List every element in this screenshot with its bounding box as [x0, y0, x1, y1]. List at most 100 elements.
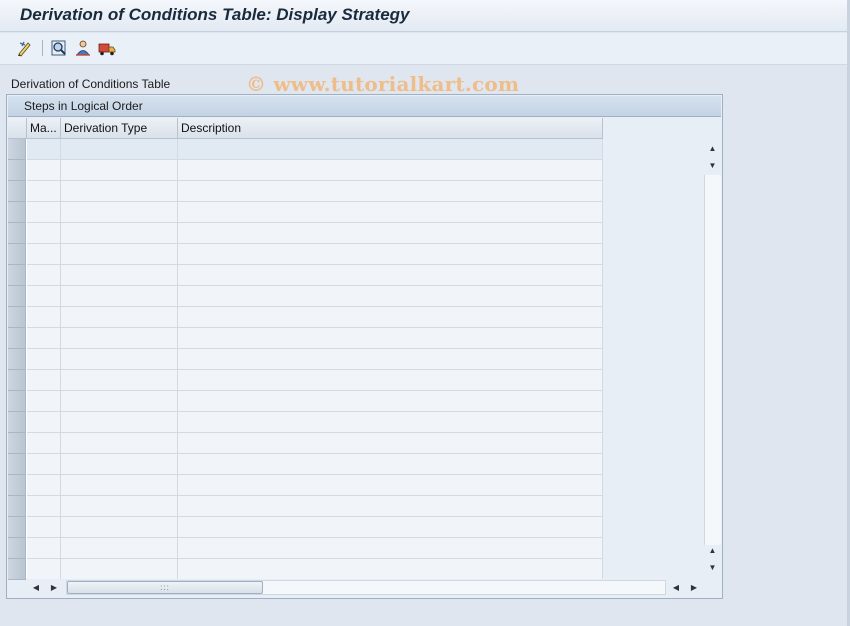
cell-derivation-type[interactable] [61, 475, 178, 496]
cell-marker[interactable] [27, 349, 61, 370]
transport-icon[interactable] [98, 39, 116, 57]
row-selector[interactable] [8, 412, 26, 433]
row-selector[interactable] [8, 160, 26, 181]
cell-description[interactable] [178, 349, 603, 370]
cell-derivation-type[interactable] [61, 139, 178, 160]
column-header-derivation-type[interactable]: Derivation Type [61, 118, 178, 139]
row-selector[interactable] [8, 454, 26, 475]
cell-marker[interactable] [27, 391, 61, 412]
find-icon[interactable] [50, 39, 68, 57]
row-selector[interactable] [8, 349, 26, 370]
row-selector[interactable] [8, 559, 26, 580]
table-row[interactable] [8, 475, 603, 496]
table-row[interactable] [8, 349, 603, 370]
cell-marker[interactable] [27, 475, 61, 496]
scroll-far-right-button[interactable]: ▶ [686, 579, 702, 596]
cell-derivation-type[interactable] [61, 160, 178, 181]
cell-description[interactable] [178, 160, 603, 181]
row-selector[interactable] [8, 475, 26, 496]
scroll-far-left-button[interactable]: ◀ [668, 579, 684, 596]
cell-derivation-type[interactable] [61, 286, 178, 307]
cell-marker[interactable] [27, 412, 61, 433]
select-all-header[interactable] [8, 118, 27, 139]
cell-derivation-type[interactable] [61, 244, 178, 265]
scroll-left-button[interactable]: ◀ [28, 579, 44, 596]
row-selector[interactable] [8, 181, 26, 202]
scroll-down-button[interactable]: ▼ [704, 157, 721, 173]
row-selector[interactable] [8, 496, 26, 517]
cell-description[interactable] [178, 286, 603, 307]
cell-derivation-type[interactable] [61, 223, 178, 244]
cell-description[interactable] [178, 475, 603, 496]
cell-derivation-type[interactable] [61, 538, 178, 559]
cell-derivation-type[interactable] [61, 412, 178, 433]
cell-description[interactable] [178, 328, 603, 349]
column-header-description[interactable]: Description [178, 118, 603, 139]
table-row[interactable] [8, 538, 603, 559]
row-selector[interactable] [8, 265, 26, 286]
table-row[interactable] [8, 328, 603, 349]
row-selector[interactable] [8, 391, 26, 412]
cell-derivation-type[interactable] [61, 496, 178, 517]
table-row[interactable] [8, 160, 603, 181]
cell-marker[interactable] [27, 433, 61, 454]
cell-description[interactable] [178, 517, 603, 538]
cell-marker[interactable] [27, 223, 61, 244]
cell-derivation-type[interactable] [61, 433, 178, 454]
cell-marker[interactable] [27, 181, 61, 202]
horizontal-scroll-track[interactable]: ::: [66, 580, 666, 595]
table-row[interactable] [8, 244, 603, 265]
user-icon[interactable] [74, 39, 92, 57]
table-row[interactable] [8, 223, 603, 244]
scroll-up-button[interactable]: ▲ [704, 140, 721, 156]
cell-marker[interactable] [27, 538, 61, 559]
cell-description[interactable] [178, 223, 603, 244]
cell-derivation-type[interactable] [61, 454, 178, 475]
cell-description[interactable] [178, 538, 603, 559]
row-selector[interactable] [8, 517, 26, 538]
table-row[interactable] [8, 286, 603, 307]
cell-derivation-type[interactable] [61, 202, 178, 223]
row-selector[interactable] [8, 244, 26, 265]
horizontal-scrollbar[interactable]: ◀ ▶ ::: ◀ ▶ [26, 579, 702, 596]
cell-marker[interactable] [27, 202, 61, 223]
table-row[interactable] [8, 454, 603, 475]
cell-marker[interactable] [27, 244, 61, 265]
cell-description[interactable] [178, 244, 603, 265]
row-selector[interactable] [8, 286, 26, 307]
row-selector[interactable] [8, 139, 26, 160]
cell-description[interactable] [178, 433, 603, 454]
cell-marker[interactable] [27, 160, 61, 181]
cell-marker[interactable] [27, 265, 61, 286]
cell-derivation-type[interactable] [61, 265, 178, 286]
table-row[interactable] [8, 496, 603, 517]
row-selector[interactable] [8, 223, 26, 244]
table-row[interactable] [8, 412, 603, 433]
table-row[interactable] [8, 139, 603, 160]
cell-derivation-type[interactable] [61, 391, 178, 412]
scroll-page-up-button[interactable]: ▲ [704, 542, 721, 558]
table-row[interactable] [8, 433, 603, 454]
vertical-scrollbar[interactable]: ▲ ▼ ▲ ▼ [704, 118, 721, 578]
cell-description[interactable] [178, 202, 603, 223]
display-change-icon[interactable] [16, 39, 34, 57]
table-row[interactable] [8, 559, 603, 580]
cell-marker[interactable] [27, 559, 61, 580]
row-selector[interactable] [8, 328, 26, 349]
table-row[interactable] [8, 370, 603, 391]
table-row[interactable] [8, 265, 603, 286]
cell-description[interactable] [178, 412, 603, 433]
cell-description[interactable] [178, 265, 603, 286]
cell-description[interactable] [178, 181, 603, 202]
scroll-page-down-button[interactable]: ▼ [704, 559, 721, 575]
cell-marker[interactable] [27, 370, 61, 391]
row-selector[interactable] [8, 538, 26, 559]
horizontal-scroll-thumb[interactable]: ::: [67, 581, 263, 594]
table-row[interactable] [8, 181, 603, 202]
cell-marker[interactable] [27, 139, 61, 160]
scroll-right-button[interactable]: ▶ [46, 579, 62, 596]
cell-derivation-type[interactable] [61, 559, 178, 580]
row-selector[interactable] [8, 202, 26, 223]
cell-marker[interactable] [27, 286, 61, 307]
cell-marker[interactable] [27, 454, 61, 475]
